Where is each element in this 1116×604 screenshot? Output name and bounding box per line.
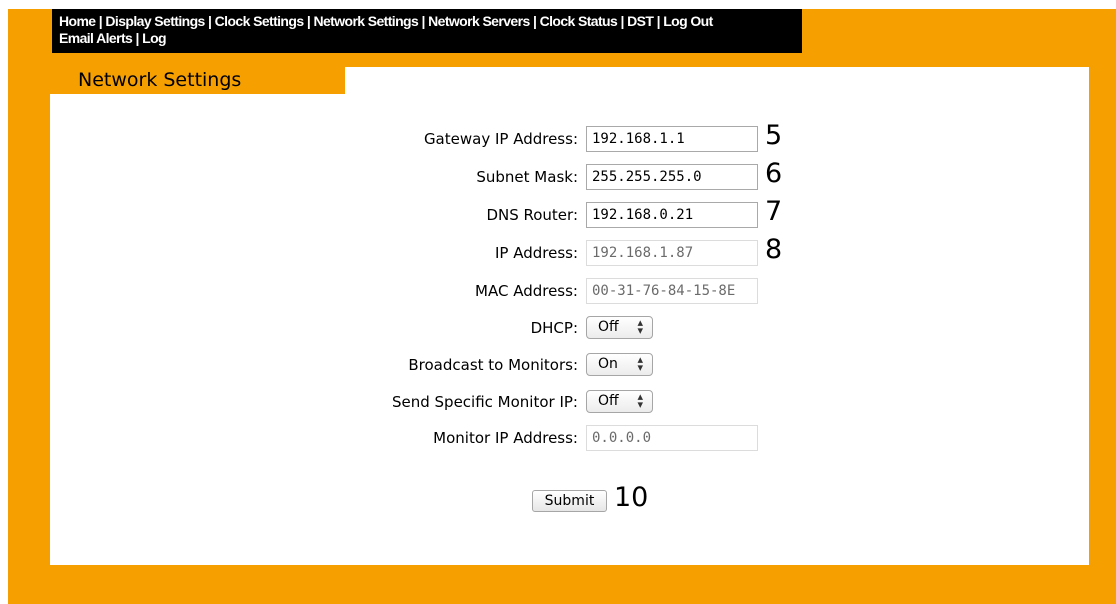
nav-separator: | <box>98 13 103 29</box>
nav-separator: | <box>421 13 426 29</box>
top-nav: Home | Display Settings | Clock Settings… <box>52 9 802 53</box>
ip-annotation: 8 <box>765 234 783 265</box>
dhcp-select[interactable]: Off ▴ ▾ <box>586 316 653 339</box>
nav-clock-status[interactable]: Clock Status <box>540 13 618 29</box>
nav-separator: | <box>306 13 311 29</box>
gateway-label: Gateway IP Address: <box>423 130 578 148</box>
specific-monitor-row: Send Specific Monitor IP: Off ▴ ▾ <box>0 389 1116 415</box>
up-down-chevron-icon: ▴ ▾ <box>637 316 643 337</box>
gateway-input[interactable]: 192.168.1.1 <box>586 126 758 152</box>
ip-input[interactable]: 192.168.1.87 <box>586 240 758 266</box>
mac-label: MAC Address: <box>475 282 578 300</box>
nav-log-out[interactable]: Log Out <box>663 13 713 29</box>
nav-clock-settings[interactable]: Clock Settings <box>215 13 304 29</box>
monitor-ip-input[interactable]: 0.0.0.0 <box>586 425 758 451</box>
dhcp-select-value: Off <box>598 319 619 335</box>
gateway-annotation: 5 <box>765 120 783 151</box>
mac-input: 00-31-76-84-15-8E <box>586 278 758 304</box>
gateway-row: Gateway IP Address: 192.168.1.1 5 <box>0 120 1116 152</box>
page-title: Network Settings <box>78 69 242 91</box>
monitor-ip-label: Monitor IP Address: <box>433 429 578 447</box>
dns-label: DNS Router: <box>486 206 578 224</box>
specific-monitor-select-value: Off <box>598 393 619 409</box>
subnet-label: Subnet Mask: <box>476 168 578 186</box>
subnet-input[interactable]: 255.255.255.0 <box>586 164 758 190</box>
broadcast-row: Broadcast to Monitors: On ▴ ▾ <box>0 352 1116 378</box>
submit-button[interactable]: Submit <box>532 490 607 512</box>
nav-separator: | <box>532 13 537 29</box>
nav-separator: | <box>620 13 624 29</box>
nav-separator: | <box>656 13 661 29</box>
ip-label: IP Address: <box>494 244 578 262</box>
nav-separator: | <box>135 30 140 46</box>
nav-email-alerts[interactable]: Email Alerts <box>59 30 133 46</box>
dns-annotation: 7 <box>765 196 783 227</box>
nav-dst[interactable]: DST <box>627 13 654 29</box>
subnet-annotation: 6 <box>765 158 783 189</box>
nav-network-servers[interactable]: Network Servers <box>428 13 530 29</box>
nav-display-settings[interactable]: Display Settings <box>105 13 205 29</box>
broadcast-select[interactable]: On ▴ ▾ <box>586 353 653 376</box>
subnet-row: Subnet Mask: 255.255.255.0 6 <box>0 158 1116 190</box>
broadcast-label: Broadcast to Monitors: <box>408 356 578 374</box>
specific-monitor-select[interactable]: Off ▴ ▾ <box>586 390 653 413</box>
nav-log[interactable]: Log <box>142 30 166 46</box>
nav-network-settings[interactable]: Network Settings <box>313 13 418 29</box>
ip-row: IP Address: 192.168.1.87 8 <box>0 234 1116 266</box>
up-down-chevron-icon: ▴ ▾ <box>637 353 643 374</box>
dns-input[interactable]: 192.168.0.21 <box>586 202 758 228</box>
broadcast-select-value: On <box>598 356 618 372</box>
dhcp-label: DHCP: <box>530 319 578 337</box>
page-title-tab: Network Settings <box>50 64 345 94</box>
specific-monitor-label: Send Specific Monitor IP: <box>391 393 578 411</box>
dns-row: DNS Router: 192.168.0.21 7 <box>0 196 1116 228</box>
content-panel-top <box>345 67 1089 94</box>
dhcp-row: DHCP: Off ▴ ▾ <box>0 315 1116 341</box>
nav-home[interactable]: Home <box>59 13 96 29</box>
up-down-chevron-icon: ▴ ▾ <box>637 390 643 411</box>
mac-row: MAC Address: 00-31-76-84-15-8E <box>0 278 1116 304</box>
nav-separator: | <box>208 13 212 29</box>
monitor-ip-row: Monitor IP Address: 0.0.0.0 <box>0 425 1116 451</box>
submit-annotation: 10 <box>614 482 649 513</box>
